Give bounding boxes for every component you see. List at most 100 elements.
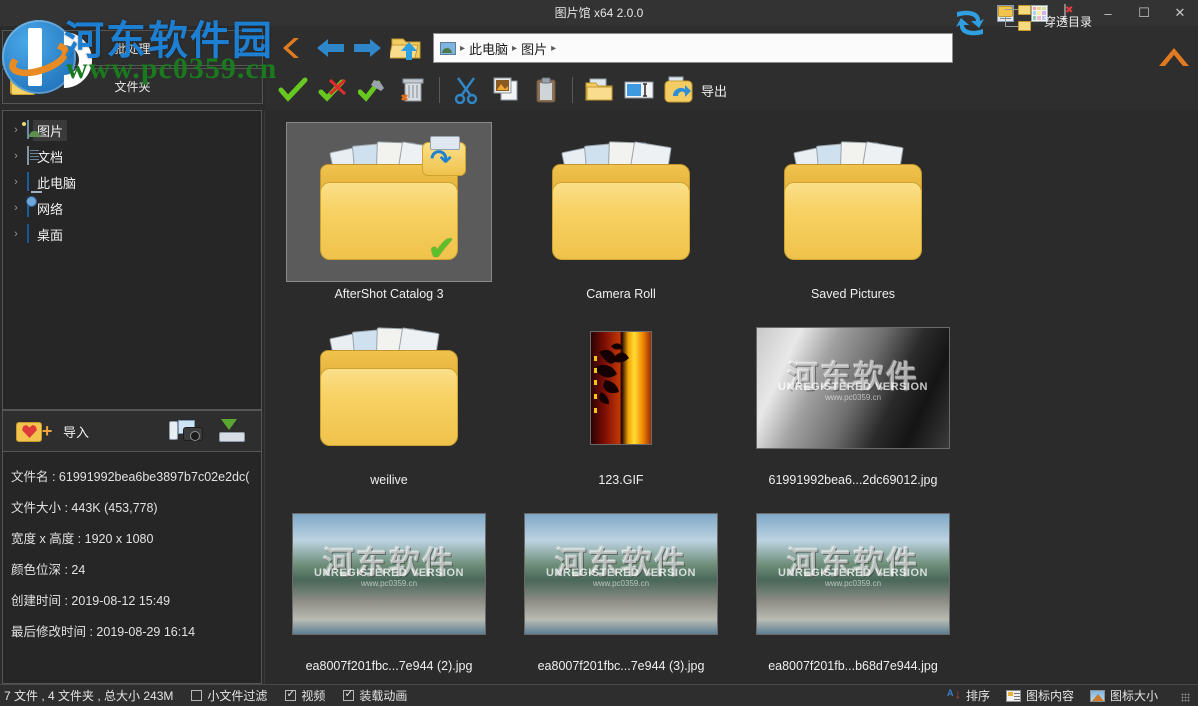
photo-preview-falls: 河东软件 UNREGISTERED VERSION www.pc0359.cn xyxy=(292,513,486,635)
sidebar-item-label: 桌面 xyxy=(33,224,67,245)
chevron-right-icon[interactable]: › xyxy=(9,176,23,188)
breadcrumb-item-this-pc[interactable]: 此电脑 xyxy=(469,39,508,58)
image-thumbnail[interactable]: 河东软件 UNREGISTERED VERSION www.pc0359.cn xyxy=(286,494,492,654)
forward-arrow-icon[interactable] xyxy=(349,28,387,68)
sidebar-item-label: 文档 xyxy=(33,146,67,167)
video-checkbox[interactable]: 视频 xyxy=(285,687,325,704)
folder-thumbnail[interactable] xyxy=(518,122,724,282)
grid-item-folder[interactable]: Camera Roll xyxy=(505,118,737,304)
resize-grip[interactable] xyxy=(1178,690,1190,702)
export-button[interactable] xyxy=(659,70,699,110)
drive-import-icon[interactable] xyxy=(217,419,247,443)
folder-icon xyxy=(546,142,696,262)
grid-item-image[interactable]: 河东软件 UNREGISTERED VERSION www.pc0359.cn … xyxy=(737,304,969,490)
filter-small-files-checkbox[interactable]: 小文件过滤 xyxy=(191,687,267,704)
sort-button[interactable]: 排序 xyxy=(947,687,990,704)
info-modified-time: 最后修改时间 : 2019-08-29 16:14 xyxy=(11,617,253,648)
unregistered-text: UNREGISTERED VERSION xyxy=(757,381,949,393)
pictures-icon xyxy=(27,121,29,139)
cut-button[interactable] xyxy=(446,70,486,110)
grid-item-folder[interactable]: Saved Pictures xyxy=(737,118,969,304)
status-bar: 7 文件 , 4 文件夹 , 总大小 243M 小文件过滤 视频 装载动画 排序… xyxy=(0,684,1198,706)
checkbox-box[interactable] xyxy=(285,690,296,701)
left-panel-headers: 批处理 文件夹 xyxy=(0,26,265,110)
collapse-chevron-icon[interactable] xyxy=(1156,44,1192,75)
sidebar-item-this-pc[interactable]: › 此电脑 xyxy=(3,169,261,195)
folder-header[interactable]: 文件夹 xyxy=(2,68,263,104)
watermark-url: www.pc0359.cn xyxy=(293,579,485,588)
icon-content-button[interactable]: 图标内容 xyxy=(1006,687,1074,704)
top-area: 批处理 文件夹 xyxy=(0,26,1198,110)
penetrate-directory-label: 穿透目录 xyxy=(1044,13,1092,30)
rename-button[interactable] xyxy=(619,70,659,110)
folder-icon: ↷ ✔ xyxy=(314,142,464,262)
checkbox-label: 小文件过滤 xyxy=(207,687,267,704)
grid-item-image[interactable]: ✕ Lorej ✕ Doc xyxy=(273,676,505,684)
refresh-badge-icon: ↷ xyxy=(420,136,468,178)
folder-thumbnail[interactable]: ↷ ✔ xyxy=(286,122,492,282)
sidebar-item-label: 图片 xyxy=(33,120,67,141)
sidebar-item-documents[interactable]: › 文档 xyxy=(3,143,261,169)
breadcrumb-separator: ▸ xyxy=(460,43,465,54)
icon-size-button[interactable]: 图标大小 xyxy=(1090,687,1158,704)
image-thumbnail[interactable]: 河东软件 UNREGISTERED VERSION www.pc0359.cn xyxy=(518,494,724,654)
new-folder-button[interactable] xyxy=(579,70,619,110)
import-sources xyxy=(169,419,247,443)
grid-item-label: ea8007f201fbc...7e944 (3).jpg xyxy=(538,656,705,676)
chevron-right-icon[interactable]: › xyxy=(9,228,23,240)
chevron-right-icon[interactable]: › xyxy=(9,150,23,162)
folder-icon xyxy=(778,142,928,262)
network-icon xyxy=(27,199,29,217)
unregistered-text: UNREGISTERED VERSION xyxy=(757,567,949,579)
info-created-time: 创建时间 : 2019-08-12 15:49 xyxy=(11,586,253,617)
refresh-icon[interactable] xyxy=(950,6,990,40)
back-chevron-icon[interactable] xyxy=(273,28,311,68)
folder-thumbnail[interactable] xyxy=(286,308,492,468)
paste-button[interactable] xyxy=(526,70,566,110)
select-options-button[interactable] xyxy=(353,70,393,110)
address-bar[interactable]: ▸ 此电脑 ▸ 图片 ▸ xyxy=(433,33,953,63)
watermark-text: 河东软件 xyxy=(757,537,949,582)
image-thumbnail[interactable]: ✕ Lorej ✕ Doc xyxy=(286,680,492,684)
chevron-right-icon[interactable]: › xyxy=(9,124,23,136)
grid-item-image[interactable]: 123.GIF xyxy=(505,304,737,490)
grid-item-folder[interactable]: weilive xyxy=(273,304,505,490)
info-file-size: 文件大小 : 443K (453,778) xyxy=(11,493,253,524)
folder-thumbnail[interactable] xyxy=(750,122,956,282)
import-label[interactable]: 导入 xyxy=(63,422,89,441)
select-all-button[interactable] xyxy=(273,70,313,110)
checkbox-box[interactable] xyxy=(343,690,354,701)
grid-item-image[interactable]: 河东软件 UNREGISTERED VERSION www.pc0359.cn … xyxy=(737,490,969,676)
grid-item-label: 123.GIF xyxy=(598,470,643,490)
load-animation-checkbox[interactable]: 装载动画 xyxy=(343,687,407,704)
photo-preview-falls: 河东软件 UNREGISTERED VERSION www.pc0359.cn xyxy=(756,513,950,635)
image-thumbnail[interactable]: 河东软件 UNREGISTERED VERSION www.pc0359.cn xyxy=(750,308,956,468)
batch-process-header[interactable]: 批处理 xyxy=(2,30,263,66)
chevron-right-icon[interactable]: › xyxy=(9,202,23,214)
file-info-panel: + 导入 文件名 : 61991992bea6be3897b7c02e2dc( xyxy=(2,410,262,684)
back-arrow-icon[interactable] xyxy=(311,28,349,68)
sidebar-item-desktop[interactable]: › 桌面 xyxy=(3,221,261,247)
up-folder-icon[interactable] xyxy=(387,28,425,68)
copy-image-button[interactable] xyxy=(486,70,526,110)
image-thumbnail[interactable] xyxy=(518,308,724,468)
this-pc-icon xyxy=(27,173,29,191)
folder-tree[interactable]: › 图片 › 文档 › 此电脑 › 网络 xyxy=(2,110,262,410)
checkbox-box[interactable] xyxy=(191,690,202,701)
sidebar-item-network[interactable]: › 网络 xyxy=(3,195,261,221)
breadcrumb-item-pictures[interactable]: 图片 xyxy=(521,39,547,58)
device-import-icon[interactable] xyxy=(169,419,207,443)
favorite-folder-icon[interactable]: + xyxy=(3,418,63,444)
grid-item-image[interactable]: 河东软件 UNREGISTERED VERSION www.pc0359.cn … xyxy=(273,490,505,676)
watermark-text: 河东软件 xyxy=(293,537,485,582)
sidebar-item-pictures[interactable]: › 图片 xyxy=(3,117,261,143)
file-grid-area[interactable]: ↷ ✔ AfterShot Catalog 3 xyxy=(265,110,1198,684)
image-thumbnail[interactable]: 河东软件 UNREGISTERED VERSION www.pc0359.cn xyxy=(750,494,956,654)
desktop-icon xyxy=(27,225,29,243)
delete-button[interactable] xyxy=(393,70,433,110)
deselect-button[interactable] xyxy=(313,70,353,110)
grid-item-image[interactable]: 河东软件 UNREGISTERED VERSION www.pc0359.cn … xyxy=(505,490,737,676)
grid-item-folder[interactable]: ↷ ✔ AfterShot Catalog 3 xyxy=(273,118,505,304)
penetrate-directory-button[interactable]: 穿透目录 xyxy=(998,4,1092,38)
toolbar-divider xyxy=(572,77,573,103)
